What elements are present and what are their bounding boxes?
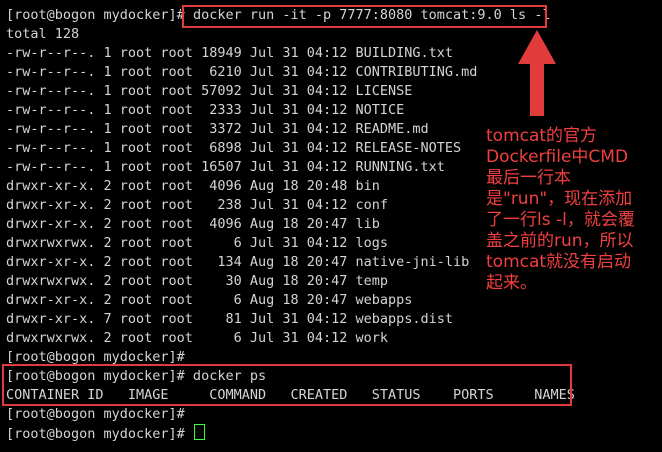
listing-row: drwxr-xr-x. 2 root root 238 Jul 31 04:12… [6,197,389,213]
listing-row: drwxr-xr-x. 2 root root 6 Aug 18 20:47 w… [6,292,413,308]
listing-row: -rw-r--r--. 1 root root 6898 Jul 31 04:1… [6,140,462,156]
text-cursor[interactable] [193,424,205,440]
listing-row: -rw-r--r--. 1 root root 3372 Jul 31 04:1… [6,121,429,137]
listing-row: drwxrwxrwx. 2 root root 30 Aug 18 20:47 … [6,273,389,289]
prompt: [root@bogon mydocker]# [6,426,185,442]
prompt: [root@bogon mydocker]# [6,7,185,23]
arrow-up-icon [518,30,556,116]
listing-row: drwxr-xr-x. 2 root root 134 Aug 18 20:47… [6,254,470,270]
active-prompt-line[interactable]: [root@bogon mydocker]# [6,424,205,443]
listing-row: -rw-r--r--. 1 root root 6210 Jul 31 04:1… [6,64,478,80]
listing-row: drwxr-xr-x. 2 root root 4096 Aug 18 20:4… [6,178,380,194]
annotation-note: tomcat的官方 Dockerfile中CMD 最后一行本 是"run"，现在… [486,126,635,293]
command-highlight-box [182,5,547,28]
terminal-window[interactable]: [root@bogon mydocker]# docker run -it -p… [0,0,662,452]
prompt-line: [root@bogon mydocker]# [6,406,185,422]
listing-row: -rw-r--r--. 1 root root 57092 Jul 31 04:… [6,83,413,99]
listing-row: drwxrwxrwx. 2 root root 6 Jul 31 04:12 w… [6,330,389,346]
listing-row: -rw-r--r--. 1 root root 2333 Jul 31 04:1… [6,102,405,118]
listing-row: -rw-r--r--. 1 root root 18949 Jul 31 04:… [6,45,454,61]
total-line: total 128 [6,26,80,42]
listing-row: drwxr-xr-x. 2 root root 4096 Aug 18 20:4… [6,216,380,232]
listing-row: drwxr-xr-x. 7 root root 81 Jul 31 04:12 … [6,311,454,327]
listing-row: -rw-r--r--. 1 root root 16507 Jul 31 04:… [6,159,445,175]
listing-row: drwxrwxrwx. 2 root root 6 Jul 31 04:12 l… [6,235,389,251]
ps-highlight-box [2,364,572,406]
